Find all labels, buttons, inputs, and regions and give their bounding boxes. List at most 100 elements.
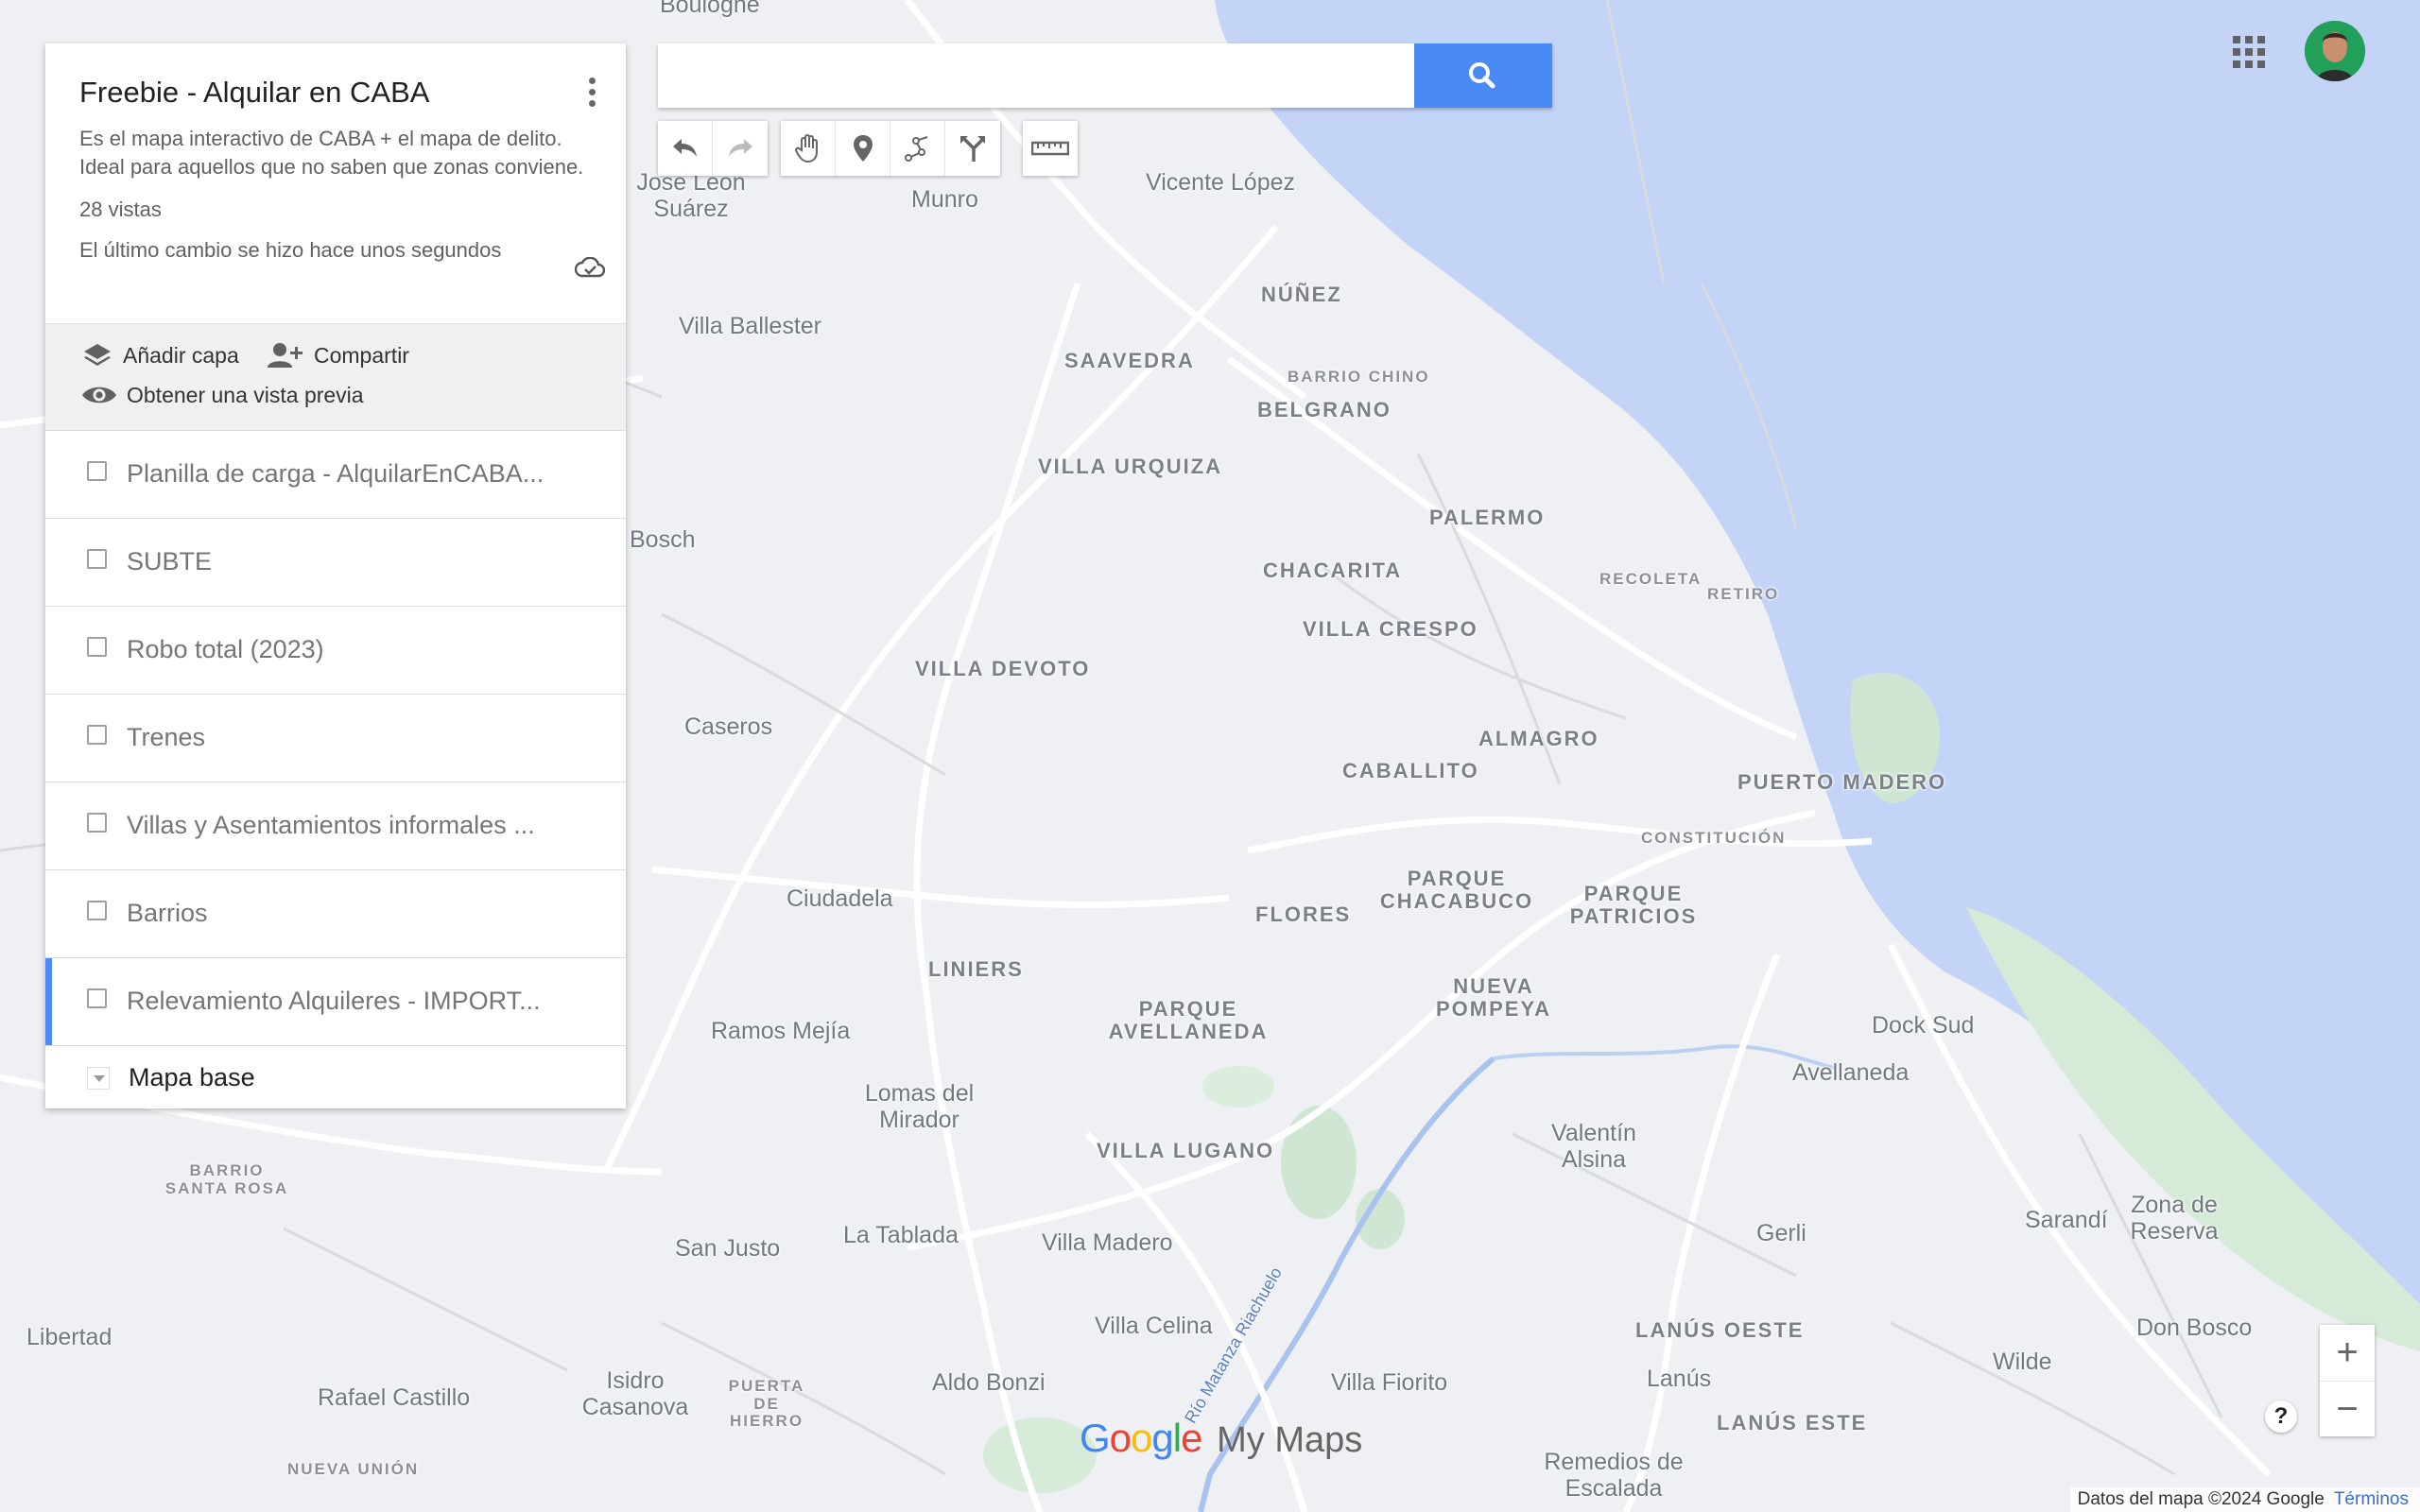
map-label: Aldo Bonzi	[932, 1369, 1046, 1396]
map-label: José León Suárez	[636, 169, 746, 222]
draw-line-icon	[904, 136, 927, 162]
undo-icon	[672, 139, 697, 157]
apps-grid-icon[interactable]	[2233, 36, 2265, 68]
layer-name[interactable]: SUBTE	[127, 547, 590, 576]
profile-photo	[2305, 21, 2365, 81]
map-label: BARRIO SANTA ROSA	[164, 1161, 289, 1197]
basemap-section[interactable]: Mapa base	[45, 1045, 626, 1108]
map-label: Villa Ballester	[679, 313, 822, 339]
layer-name[interactable]: Villas y Asentamientos informales ...	[127, 811, 590, 840]
layer-checkbox[interactable]	[87, 549, 107, 569]
google-wordmark: Google	[1080, 1416, 1202, 1460]
map-label: Villa Celina	[1095, 1313, 1213, 1339]
map-label: NUEVA POMPEYA	[1435, 974, 1551, 1022]
layer-name[interactable]: Relevamiento Alquileres - IMPORT...	[127, 987, 590, 1016]
map-label: Lanús	[1647, 1366, 1712, 1392]
ruler-icon	[1031, 141, 1069, 156]
add-layer-label: Añadir capa	[123, 342, 239, 368]
cloud-saved-icon	[575, 257, 605, 278]
add-directions-button[interactable]	[945, 121, 1000, 176]
map-label: Ciudadela	[786, 885, 893, 912]
preview-button[interactable]: Obtener una vista previa	[81, 381, 364, 409]
layer-name[interactable]: Planilla de carga - AlquilarEnCABA...	[127, 459, 590, 489]
view-count: 28 vistas	[79, 198, 162, 221]
history-toolbar	[658, 121, 768, 176]
layer-name[interactable]: Trenes	[127, 723, 590, 752]
layer-checkbox[interactable]	[87, 813, 107, 833]
layer-checkbox[interactable]	[87, 901, 107, 920]
directions-icon	[960, 136, 985, 162]
map-label: PARQUE CHACABUCO	[1379, 867, 1534, 914]
layer-checkbox[interactable]	[87, 725, 107, 745]
help-button[interactable]: ?	[2265, 1400, 2297, 1433]
map-label: Libertad	[26, 1324, 112, 1350]
draw-line-button[interactable]	[890, 121, 945, 176]
avatar[interactable]	[2305, 21, 2365, 81]
map-label: La Tablada	[843, 1222, 959, 1248]
map-attribution: Datos del mapa ©2024 Google Términos	[2069, 1487, 2420, 1512]
search-button[interactable]	[1414, 43, 1552, 108]
more-options-icon[interactable]	[580, 77, 603, 115]
zoom-control: + −	[2320, 1325, 2375, 1436]
draw-toolbar	[781, 121, 1000, 176]
map-title[interactable]: Freebie - Alquilar en CABA	[79, 76, 592, 110]
map-label: Avellaneda	[1792, 1059, 1910, 1086]
map-label: VILLA CRESPO	[1303, 617, 1478, 641]
hand-icon	[794, 134, 818, 163]
layer-checkbox[interactable]	[87, 988, 107, 1008]
map-label: SAAVEDRA	[1064, 349, 1195, 372]
expand-arrow-icon[interactable]	[87, 1067, 110, 1090]
map-label: NUEVA UNIÓN	[287, 1460, 420, 1478]
terms-link[interactable]: Términos	[2334, 1489, 2409, 1509]
map-label: BARRIO CHINO	[1288, 368, 1430, 386]
map-label: PUERTA DE HIERRO	[728, 1377, 805, 1431]
map-data-credit: Datos del mapa ©2024 Google	[2077, 1489, 2325, 1509]
layer-checkbox[interactable]	[87, 461, 107, 481]
add-layer-button[interactable]: Añadir capa	[81, 341, 239, 369]
layer-name[interactable]: Robo total (2023)	[127, 635, 590, 664]
layer-item-selected[interactable]: Relevamiento Alquileres - IMPORT...	[45, 957, 626, 1045]
layer-item[interactable]: SUBTE	[45, 518, 626, 606]
save-status: El último cambio se hizo hace unos segun…	[79, 238, 502, 262]
share-button[interactable]: Compartir	[267, 341, 409, 369]
layer-checkbox[interactable]	[87, 637, 107, 657]
add-marker-button[interactable]	[836, 121, 890, 176]
search-input[interactable]	[658, 43, 1414, 108]
layer-item[interactable]: Robo total (2023)	[45, 606, 626, 694]
layer-name[interactable]: Barrios	[127, 899, 590, 928]
layer-item[interactable]: Villas y Asentamientos informales ...	[45, 782, 626, 869]
add-person-icon	[268, 343, 302, 368]
map-label: Bosch	[630, 526, 696, 553]
zoom-out-button[interactable]: −	[2320, 1381, 2375, 1437]
layer-item[interactable]: Planilla de carga - AlquilarEnCABA...	[45, 430, 626, 518]
map-label: Don Bosco	[2136, 1314, 2253, 1341]
map-label: RECOLETA	[1599, 570, 1703, 588]
zoom-in-button[interactable]: +	[2320, 1325, 2375, 1381]
map-label: LINIERS	[928, 957, 1024, 981]
map-label: Sarandí	[2025, 1207, 2108, 1233]
layer-item[interactable]: Trenes	[45, 694, 626, 782]
select-items-button[interactable]	[781, 121, 836, 176]
panel-header: Freebie - Alquilar en CABA Es el mapa in…	[45, 43, 626, 323]
measure-button[interactable]	[1023, 121, 1078, 176]
map-label: LANÚS ESTE	[1717, 1411, 1868, 1435]
map-label: Remedios de Escalada	[1544, 1449, 1684, 1502]
map-label: RETIRO	[1707, 585, 1780, 603]
map-label: Dock Sud	[1872, 1012, 1975, 1039]
layers-icon	[84, 344, 111, 366]
basemap-label: Mapa base	[129, 1063, 255, 1091]
preview-label: Obtener una vista previa	[127, 382, 364, 407]
map-label: Wilde	[1993, 1349, 2052, 1375]
google-my-maps-logo: Google My Maps	[1080, 1416, 1362, 1461]
undo-button[interactable]	[658, 121, 713, 176]
map-panel: Freebie - Alquilar en CABA Es el mapa in…	[45, 43, 626, 1108]
search-icon	[1469, 62, 1495, 89]
map-label: PARQUE PATRICIOS	[1569, 882, 1698, 929]
redo-button[interactable]	[713, 121, 768, 176]
map-label: LANÚS OESTE	[1635, 1318, 1805, 1342]
map-label: NÚÑEZ	[1261, 283, 1342, 306]
map-label: VILLA URQUIZA	[1038, 455, 1223, 478]
map-label: San Justo	[675, 1235, 781, 1262]
map-description[interactable]: Es el mapa interactivo de CABA + el mapa…	[79, 125, 590, 181]
layer-item[interactable]: Barrios	[45, 869, 626, 957]
